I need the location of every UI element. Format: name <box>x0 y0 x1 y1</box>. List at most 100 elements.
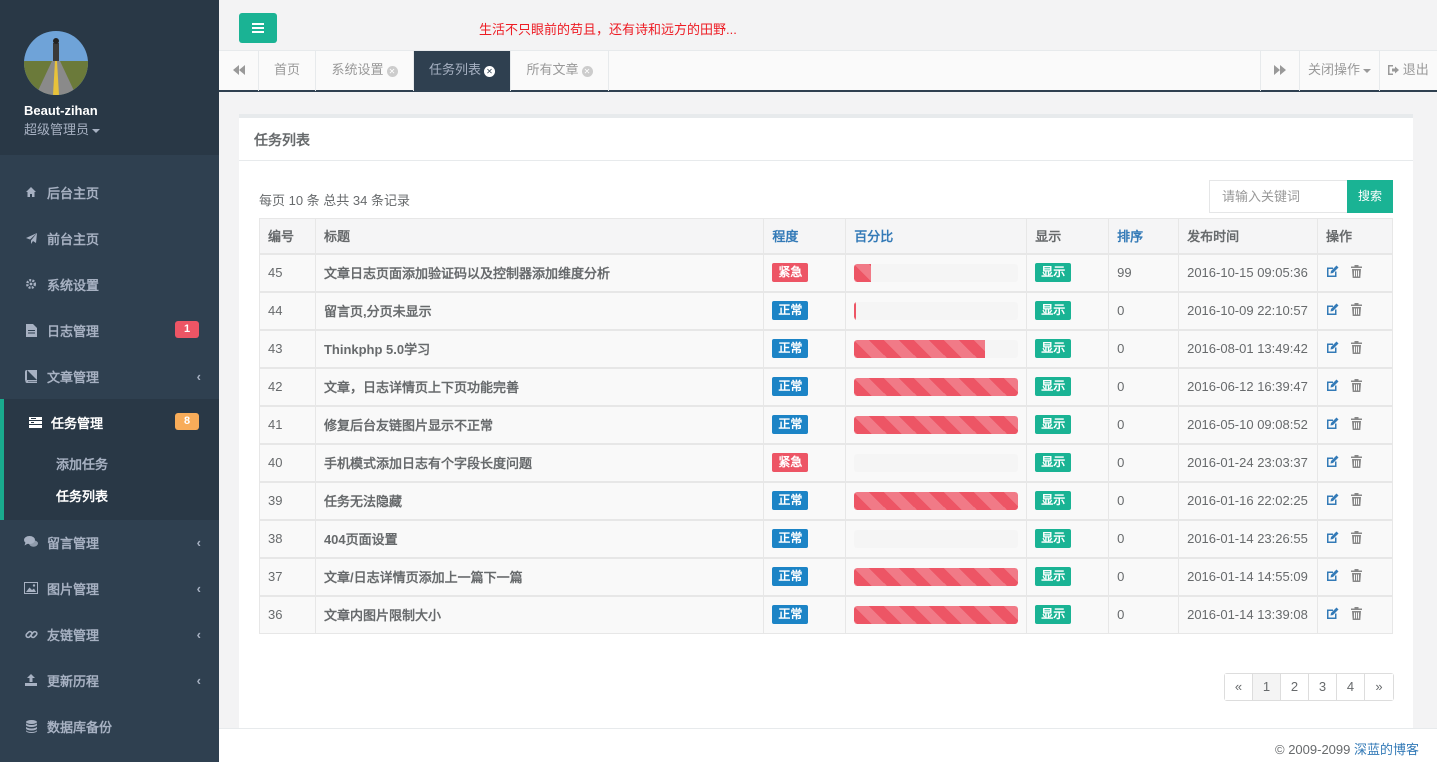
col-header-percent[interactable]: 百分比 <box>845 218 1028 254</box>
close-icon[interactable]: ✕ <box>484 66 495 77</box>
tabs-scroll-left-button[interactable] <box>219 51 259 91</box>
trash-icon[interactable] <box>1350 378 1362 395</box>
trash-icon[interactable] <box>1350 302 1362 319</box>
edit-icon[interactable] <box>1326 531 1339 547</box>
chevron-left-icon: ‹ <box>196 535 201 550</box>
cell-id: 44 <box>259 290 316 330</box>
cell-title: 修复后台友链图片显示不正常 <box>314 404 765 444</box>
sidebar: Beaut-zihan 超级管理员 后台主页 前台主页 系统设置 日志管理 1 … <box>0 0 219 762</box>
level-badge: 正常 <box>772 415 809 434</box>
nav-item-settings[interactable]: 系统设置 <box>0 261 219 307</box>
logout-button[interactable]: 退出 <box>1380 51 1437 91</box>
show-badge[interactable]: 显示 <box>1035 605 1072 625</box>
edit-icon[interactable] <box>1326 379 1339 395</box>
tab-all-articles[interactable]: 所有文章 ✕ <box>511 51 609 91</box>
close-icon[interactable]: ✕ <box>581 66 593 77</box>
show-badge[interactable]: 显示 <box>1035 415 1072 434</box>
page-button[interactable]: 3 <box>1309 674 1337 700</box>
show-badge[interactable]: 显示 <box>1035 529 1072 548</box>
cell-show: 显示 <box>1026 404 1110 444</box>
progress-bar <box>854 453 1019 472</box>
trash-icon[interactable] <box>1350 530 1362 547</box>
edit-icon[interactable] <box>1326 493 1339 509</box>
cell-title: 文章日志页面添加验证码以及控制器添加维度分析 <box>314 252 765 292</box>
progress-bar <box>854 567 1019 586</box>
tabs-scroll-right-button[interactable] <box>1260 51 1300 91</box>
trash-icon[interactable] <box>1350 264 1362 281</box>
nav-item-tasks[interactable]: 任务管理 8 <box>0 399 219 445</box>
nav-item-articles[interactable]: 文章管理 ‹ <box>0 353 219 399</box>
cell-id: 41 <box>259 404 316 444</box>
cell-title: 手机模式添加日志有个字段长度问题 <box>314 442 765 482</box>
cell-ops <box>1316 594 1394 634</box>
nav-item-logs[interactable]: 日志管理 1 <box>0 307 219 353</box>
site-link[interactable]: 深蓝的博客 <box>1354 742 1419 757</box>
sidebar-toggle-button[interactable] <box>239 13 277 43</box>
show-badge[interactable]: 显示 <box>1035 491 1072 510</box>
nav-item-pictures[interactable]: 图片管理 ‹ <box>0 565 219 611</box>
close-icon[interactable]: ✕ <box>386 66 398 77</box>
show-badge[interactable]: 显示 <box>1035 453 1072 472</box>
col-header-sort[interactable]: 排序 <box>1108 218 1180 254</box>
edit-icon[interactable] <box>1326 607 1339 623</box>
page-next-button[interactable]: » <box>1365 674 1393 700</box>
progress-fill <box>854 339 986 358</box>
cell-sort: 0 <box>1108 556 1180 596</box>
subnav-task-list[interactable]: 任务列表 <box>56 486 108 505</box>
col-header-level[interactable]: 程度 <box>763 218 847 254</box>
close-operations-dropdown[interactable]: 关闭操作 <box>1300 51 1380 91</box>
cell-time: 2016-05-10 09:08:52 <box>1178 404 1318 444</box>
nav-item-frontend[interactable]: 前台主页 <box>0 215 219 261</box>
edit-icon[interactable] <box>1326 303 1339 319</box>
profile-role-dropdown[interactable]: 超级管理员 <box>24 122 219 138</box>
show-badge[interactable]: 显示 <box>1035 339 1072 358</box>
progress-bar <box>854 491 1019 510</box>
cell-time: 2016-01-14 23:26:55 <box>1178 518 1318 558</box>
show-badge[interactable]: 显示 <box>1035 301 1072 320</box>
page-prev-button[interactable]: « <box>1225 674 1253 700</box>
col-header-show: 显示 <box>1026 218 1110 254</box>
paper-plane-icon <box>24 231 38 245</box>
page-button[interactable]: 4 <box>1337 674 1365 700</box>
trash-icon[interactable] <box>1350 606 1362 623</box>
cell-sort: 0 <box>1108 594 1180 634</box>
tab-system-settings[interactable]: 系统设置 ✕ <box>316 51 414 91</box>
database-icon <box>24 719 38 733</box>
show-badge[interactable]: 显示 <box>1035 567 1072 586</box>
trash-icon[interactable] <box>1350 416 1362 433</box>
nav-label: 任务管理 <box>51 415 104 431</box>
edit-icon[interactable] <box>1326 455 1339 471</box>
tab-task-list[interactable]: 任务列表 ✕ <box>414 51 511 91</box>
nav-item-messages[interactable]: 留言管理 ‹ <box>0 519 219 565</box>
trash-icon[interactable] <box>1350 454 1362 471</box>
task-table: 编号 标题 程度 百分比 显示 排序 发布时间 操作 45 文章日志页面添加验证码… <box>259 218 1394 634</box>
cell-time: 2016-01-24 23:03:37 <box>1178 442 1318 482</box>
page-button[interactable]: 1 <box>1253 674 1281 700</box>
profile-role: 超级管理员 <box>24 122 90 137</box>
edit-icon[interactable] <box>1326 569 1339 585</box>
page-button[interactable]: 2 <box>1281 674 1309 700</box>
nav-item-changelog[interactable]: 更新历程 ‹ <box>0 657 219 703</box>
edit-icon[interactable] <box>1326 341 1339 357</box>
cell-percent <box>845 328 1028 368</box>
trash-icon[interactable] <box>1350 568 1362 585</box>
cell-id: 39 <box>259 480 316 520</box>
cell-ops <box>1316 404 1394 444</box>
nav-item-dashboard[interactable]: 后台主页 <box>0 169 219 215</box>
nav-item-db-backup[interactable]: 数据库备份 <box>0 703 219 749</box>
search-button[interactable]: 搜索 <box>1347 180 1393 213</box>
cell-level: 紧急 <box>763 252 847 292</box>
subnav-add-task[interactable]: 添加任务 <box>56 454 108 473</box>
tab-home[interactable]: 首页 <box>259 51 316 91</box>
search-input[interactable] <box>1209 180 1349 213</box>
avatar[interactable] <box>24 31 88 95</box>
edit-icon[interactable] <box>1326 265 1339 281</box>
show-badge[interactable]: 显示 <box>1035 263 1072 282</box>
show-badge[interactable]: 显示 <box>1035 377 1072 396</box>
cell-time: 2016-01-14 13:39:08 <box>1178 594 1318 634</box>
cell-percent <box>845 290 1028 330</box>
trash-icon[interactable] <box>1350 492 1362 509</box>
trash-icon[interactable] <box>1350 340 1362 357</box>
edit-icon[interactable] <box>1326 417 1339 433</box>
nav-item-links[interactable]: 友链管理 ‹ <box>0 611 219 657</box>
